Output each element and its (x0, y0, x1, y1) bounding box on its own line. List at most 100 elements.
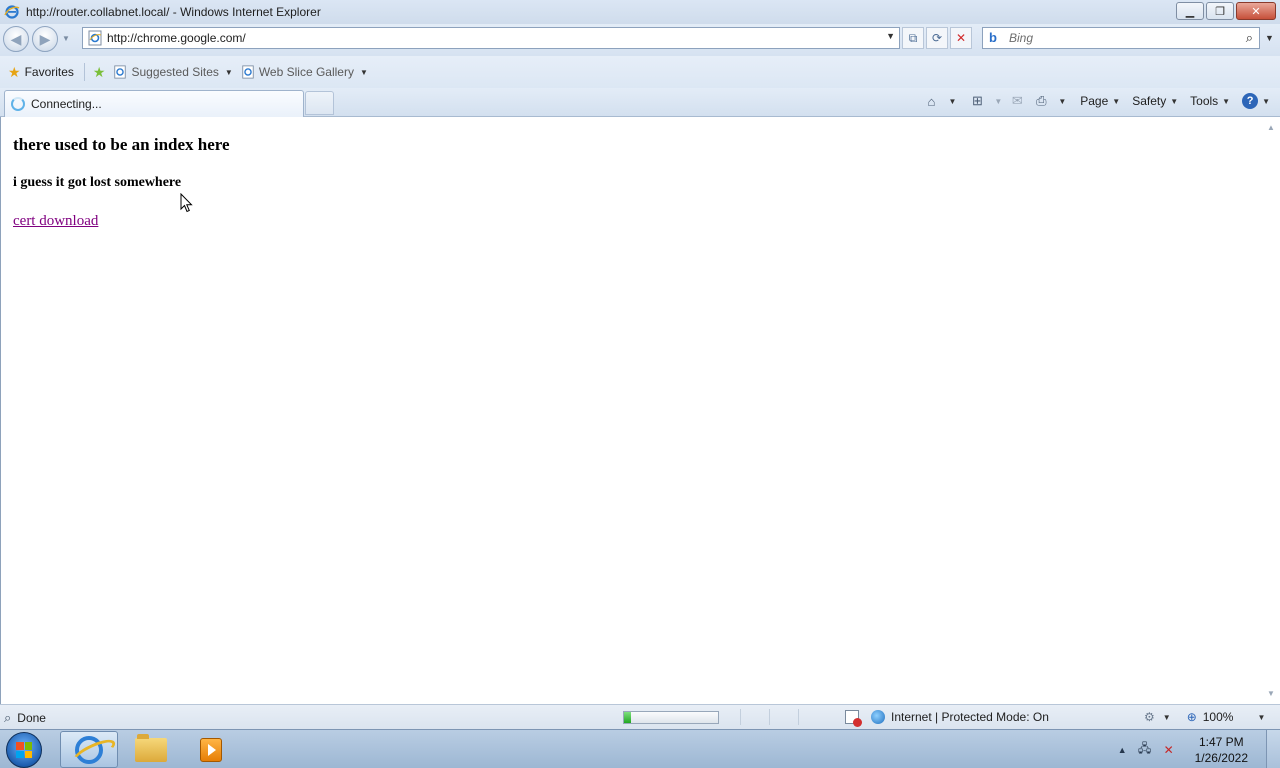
clock[interactable]: 1:47 PM 1/26/2022 (1195, 734, 1248, 766)
compatibility-view-button[interactable]: ⧉ (902, 27, 924, 49)
restore-button[interactable]: ❐ (1206, 2, 1234, 20)
zoom-area: ⚙ ▼ ⊕ 100% ▼ (1144, 710, 1265, 724)
favorites-label: Favorites (24, 65, 74, 79)
search-options-dropdown[interactable]: ▼ (1265, 33, 1274, 43)
stop-button[interactable]: ✕ (950, 27, 972, 49)
favorites-star-icon: ★ (8, 63, 21, 80)
add-favorite-icon: ★ (92, 63, 106, 80)
zoom-dropdown-icon[interactable]: ▼ (1257, 713, 1265, 722)
taskbar-media-player[interactable] (182, 731, 240, 768)
web-slice-gallery-label: Web Slice Gallery (258, 65, 354, 79)
page-icon (88, 30, 102, 46)
favorites-button[interactable]: ★ Favorites (8, 64, 74, 81)
window-title: http://router.collabnet.local/ - Windows… (26, 5, 321, 19)
status-text: Done (17, 711, 46, 725)
tab-label: Connecting... (31, 97, 102, 111)
show-hidden-icons-button[interactable]: ▲ (1118, 745, 1127, 755)
address-tools: ⧉ ⟳ ✕ (902, 27, 972, 49)
chevron-down-icon: ▼ (1222, 96, 1231, 106)
bing-icon: b (989, 30, 997, 45)
cert-download-link[interactable]: cert download (13, 213, 98, 230)
ie-logo-icon (4, 5, 20, 19)
active-tab[interactable]: Connecting... (4, 90, 304, 117)
start-button[interactable] (6, 732, 42, 768)
page-heading: there used to be an index here (13, 135, 230, 154)
help-icon: ? (1242, 93, 1259, 109)
chevron-down-icon: ▼ (1170, 96, 1179, 106)
feeds-icon[interactable]: ⊞ (968, 92, 986, 110)
scroll-down-icon[interactable]: ▼ (1267, 689, 1275, 698)
tools-menu[interactable]: Tools ▼ (1190, 94, 1230, 108)
refresh-button[interactable]: ⟳ (926, 27, 948, 49)
volume-muted-icon[interactable]: ✕ (1161, 742, 1177, 758)
feeds-dropdown-icon[interactable]: ▼ (994, 97, 1002, 106)
system-tray: ▲ 🖧 ✕ 1:47 PM 1/26/2022 (1118, 730, 1280, 768)
compatibility-icon: ⧉ (908, 30, 918, 45)
status-bar: ⌕ Done Internet | Protected Mode: On ⚙ ▼… (0, 704, 1280, 729)
minimize-button[interactable]: ▁ (1176, 2, 1204, 20)
new-tab-button[interactable] (305, 91, 334, 115)
zoom-icon: ⊕ (1186, 710, 1197, 724)
safety-menu[interactable]: Safety ▼ (1132, 94, 1178, 108)
folder-icon (135, 733, 167, 762)
address-bar[interactable]: http://chrome.google.com/ ▼ (82, 27, 900, 49)
security-zone[interactable]: Internet | Protected Mode: On (845, 710, 1049, 727)
popup-blocked-icon[interactable] (845, 710, 862, 727)
forward-arrow-icon: ▶ (39, 30, 51, 47)
ie-page-icon (114, 65, 127, 79)
title-bar: http://router.collabnet.local/ - Windows… (0, 0, 1280, 24)
address-dropdown-icon[interactable]: ▼ (886, 31, 895, 41)
page-subheading: i guess it got lost somewhere (13, 175, 182, 190)
favorites-item-web-slice-gallery[interactable]: Web Slice Gallery ▼ (241, 65, 368, 79)
read-mail-icon[interactable]: ✉ (1008, 92, 1026, 110)
taskbar-windows-explorer[interactable] (122, 731, 180, 768)
print-dropdown-icon[interactable]: ▼ (1058, 97, 1066, 106)
search-placeholder[interactable]: Bing (1009, 31, 1033, 45)
suggested-sites-label: Suggested Sites (131, 65, 219, 79)
favorites-item-suggested-sites[interactable]: Suggested Sites ▼ (113, 65, 233, 79)
scroll-up-icon[interactable]: ▲ (1267, 123, 1275, 132)
chevron-down-icon: ▼ (1112, 96, 1121, 106)
back-button[interactable]: ◀ (3, 26, 29, 52)
address-url[interactable]: http://chrome.google.com/ (107, 31, 246, 45)
chevron-down-icon[interactable]: ▼ (1163, 713, 1171, 722)
page-menu[interactable]: Page ▼ (1080, 94, 1120, 108)
vertical-scrollbar[interactable]: ▲ ▼ (1263, 117, 1280, 704)
windows-logo-icon (16, 742, 32, 758)
chevron-down-icon: ▼ (359, 67, 368, 77)
favorites-separator (83, 63, 85, 81)
status-separators (740, 709, 799, 725)
safety-menu-label: Safety (1132, 94, 1167, 108)
window-controls: ▁ ❐ ✕ (1176, 2, 1276, 20)
close-window-button[interactable]: ✕ (1236, 2, 1276, 20)
status-text-area: ⌕ Done (4, 710, 46, 726)
progress-fill (624, 712, 631, 723)
zoom-level[interactable]: 100% (1203, 710, 1234, 724)
search-icon[interactable]: ⌕ (1246, 30, 1253, 46)
tab-command-row: Connecting... ⌂ ▼ ⊞ ▼ ✉ ⎙ ▼ Page ▼ Safet… (0, 88, 1280, 117)
taskbar-internet-explorer[interactable] (60, 731, 118, 768)
refresh-icon: ⟳ (931, 31, 943, 45)
show-desktop-button[interactable] (1266, 730, 1280, 768)
address-row: ◀ ▶ ▼ http://chrome.google.com/ ▼ ⧉ ⟳ ✕ … (0, 24, 1280, 56)
favorites-bar: ★ Favorites ★ Suggested Sites ▼ Web Slic… (0, 56, 1280, 88)
protected-mode-icon[interactable]: ⚙ (1144, 710, 1155, 724)
add-to-favorites-bar-button[interactable]: ★ (93, 64, 106, 81)
media-player-icon (200, 737, 222, 762)
tools-menu-label: Tools (1190, 94, 1219, 108)
home-dropdown-icon[interactable]: ▼ (948, 97, 956, 106)
globe-icon (871, 710, 885, 724)
progress-bar (623, 711, 719, 724)
ie-page-icon (242, 65, 254, 79)
magnifier-icon: ⌕ (4, 710, 12, 725)
network-icon[interactable]: 🖧 (1137, 741, 1153, 758)
print-icon[interactable]: ⎙ (1032, 92, 1050, 110)
clock-time: 1:47 PM (1198, 734, 1244, 749)
forward-button[interactable]: ▶ (32, 26, 58, 52)
search-box[interactable]: b Bing ⌕ (982, 27, 1260, 49)
clock-date: 1/26/2022 (1194, 750, 1248, 765)
recent-pages-dropdown[interactable]: ▼ (62, 34, 70, 43)
help-menu[interactable]: ? ▼ (1242, 93, 1270, 109)
command-bar: ⌂ ▼ ⊞ ▼ ✉ ⎙ ▼ Page ▼ Safety ▼ Tools ▼ ? … (922, 92, 1270, 110)
home-icon[interactable]: ⌂ (922, 92, 940, 110)
